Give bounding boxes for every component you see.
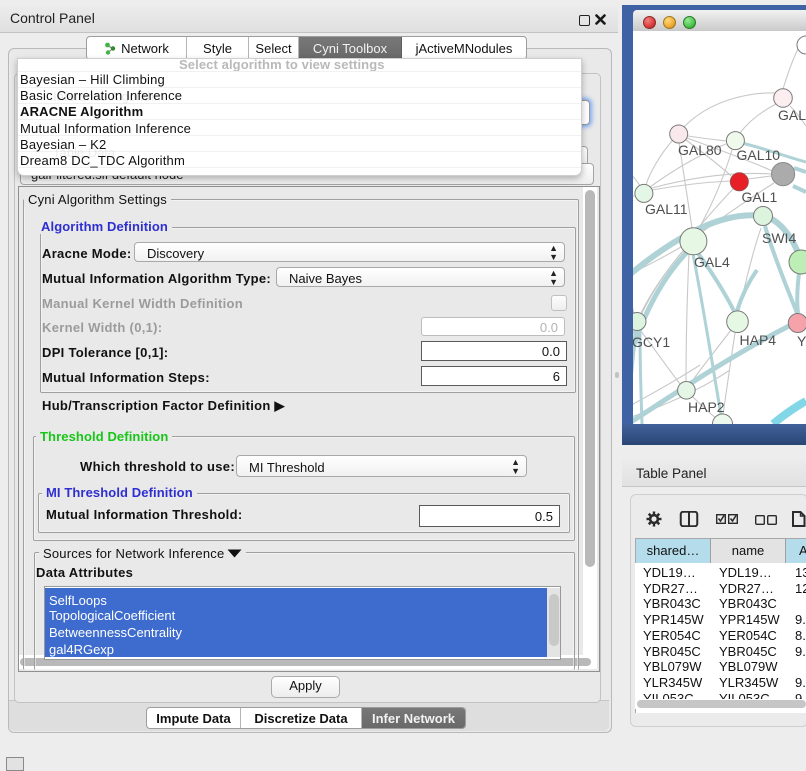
svg-text:GAL80: GAL80 [678, 142, 722, 158]
svg-text:GAL: GAL [778, 107, 806, 123]
svg-text:Y: Y [797, 333, 806, 349]
svg-text:GAL1: GAL1 [742, 189, 778, 205]
svg-text:HAP4: HAP4 [740, 332, 777, 348]
svg-text:HAP2: HAP2 [688, 399, 725, 415]
svg-text:GCY1: GCY1 [633, 334, 670, 350]
svg-text:SWI4: SWI4 [762, 230, 796, 246]
svg-text:GAL10: GAL10 [737, 147, 781, 163]
svg-text:GAL11: GAL11 [645, 201, 688, 217]
svg-text:GAL4: GAL4 [694, 254, 730, 270]
